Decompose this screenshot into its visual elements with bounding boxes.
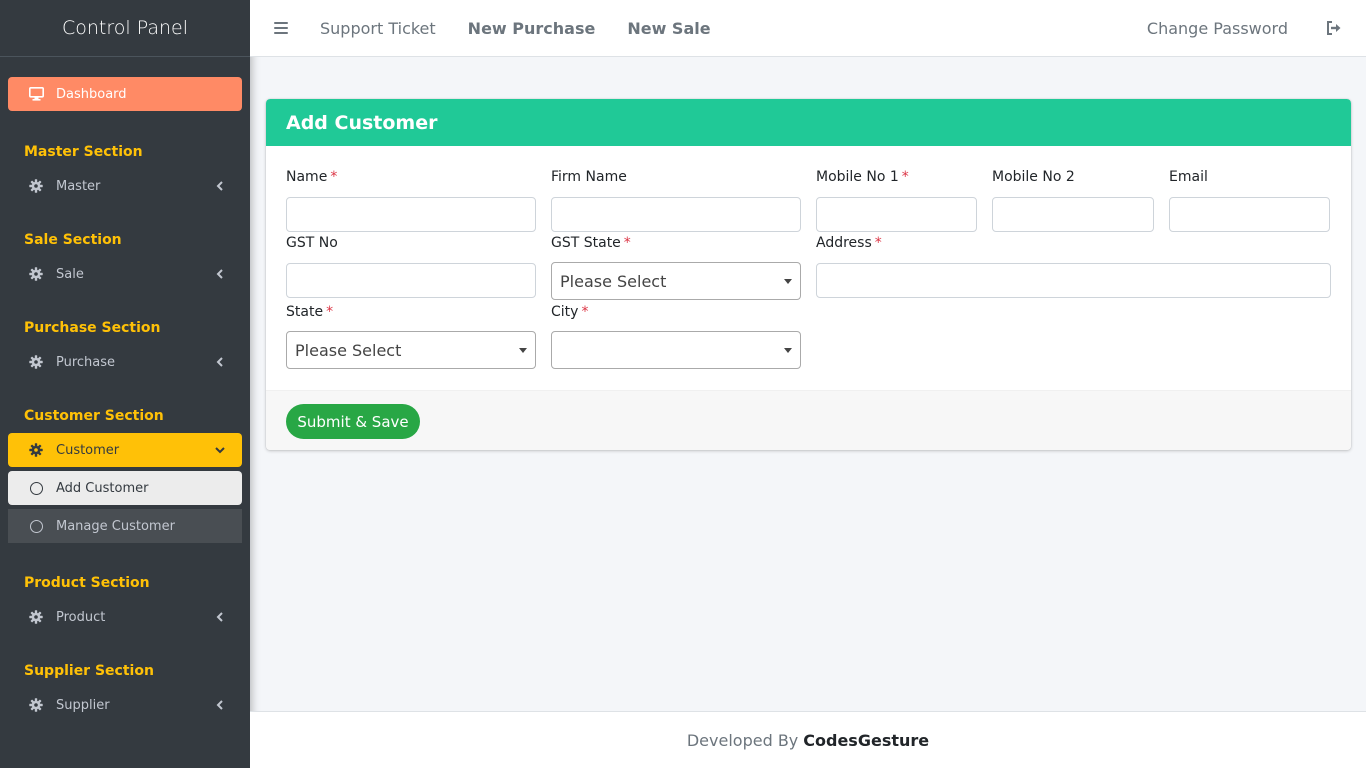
- section-header-purchase: Purchase Section: [24, 320, 161, 336]
- section-header-master: Master Section: [24, 144, 143, 160]
- footer-brand[interactable]: CodesGesture: [803, 731, 929, 750]
- chevron-left-icon: [214, 611, 226, 623]
- dropdown-arrow-icon: [784, 348, 792, 353]
- mobile1-input[interactable]: [816, 197, 977, 232]
- sidebar-item-label: Purchase: [56, 354, 116, 370]
- monitor-icon: [28, 86, 44, 102]
- address-label: Address *: [816, 235, 882, 251]
- card-title: Add Customer: [266, 99, 1351, 146]
- mobile2-label: Mobile No 2: [992, 169, 1075, 185]
- page-footer: Developed By CodesGesture: [250, 711, 1366, 768]
- gear-icon: [28, 609, 44, 625]
- gst-no-input[interactable]: [286, 263, 536, 298]
- nav-link-new-sale[interactable]: New Sale: [627, 19, 710, 38]
- name-input[interactable]: [286, 197, 536, 232]
- sidebar-subitem-manage-customer[interactable]: Manage Customer: [8, 509, 242, 543]
- gst-state-selected-value: Please Select: [560, 271, 667, 291]
- gear-icon: [28, 697, 44, 713]
- footer-prefix: Developed By: [686, 730, 799, 750]
- sidebar-item-label: Sale: [56, 266, 84, 282]
- email-label: Email: [1169, 169, 1208, 185]
- sidebar-subitem-label: Manage Customer: [56, 518, 175, 534]
- sidebar-item-sale[interactable]: Sale: [8, 257, 242, 291]
- section-header-customer: Customer Section: [24, 408, 164, 424]
- sidebar-item-label: Supplier: [56, 697, 110, 713]
- sidebar-nav: Dashboard Master Section Master Sale Sec…: [0, 57, 250, 722]
- sidebar-item-label: Dashboard: [56, 86, 127, 102]
- logout-icon[interactable]: [1326, 20, 1342, 36]
- state-select[interactable]: Please Select: [286, 331, 536, 369]
- chevron-left-icon: [214, 180, 226, 192]
- city-select[interactable]: [551, 331, 801, 369]
- gear-icon: [28, 354, 44, 370]
- sidebar-item-dashboard[interactable]: Dashboard: [8, 77, 242, 111]
- top-navbar: Support Ticket New Purchase New Sale Cha…: [250, 0, 1366, 57]
- mobile1-label: Mobile No 1 *: [816, 169, 909, 185]
- sidebar-item-supplier[interactable]: Supplier: [8, 688, 242, 722]
- gst-state-select[interactable]: Please Select: [551, 262, 801, 300]
- section-header-sale: Sale Section: [24, 232, 122, 248]
- gear-icon: [28, 266, 44, 282]
- firm-name-label: Firm Name: [551, 169, 627, 185]
- gear-icon: [28, 178, 44, 194]
- sidebar-item-label: Product: [56, 609, 106, 625]
- sidebar-item-label: Customer: [56, 442, 120, 458]
- sidebar-subitem-label: Add Customer: [56, 480, 149, 496]
- sidebar: Control Panel Dashboard Master Section M…: [0, 0, 250, 768]
- nav-link-support-ticket[interactable]: Support Ticket: [320, 19, 436, 38]
- state-label: State *: [286, 304, 334, 320]
- email-input[interactable]: [1169, 197, 1330, 232]
- card-footer: Submit & Save: [266, 390, 1351, 450]
- chevron-left-icon: [214, 699, 226, 711]
- state-selected-value: Please Select: [295, 340, 402, 360]
- sidebar-item-product[interactable]: Product: [8, 600, 242, 634]
- circle-icon: [30, 519, 43, 533]
- nav-link-new-purchase[interactable]: New Purchase: [468, 19, 596, 38]
- add-customer-form: Name * Firm Name Mobile No 1 * Mobile No 2…: [266, 146, 1351, 390]
- add-customer-card: Add Customer Name * Firm Name Mobile No 1…: [266, 99, 1351, 450]
- chevron-left-icon: [214, 268, 226, 280]
- section-header-product: Product Section: [24, 575, 150, 591]
- gear-icon: [28, 442, 44, 458]
- chevron-down-icon: [214, 444, 226, 456]
- dropdown-arrow-icon: [519, 348, 527, 353]
- top-right-group: Change Password: [1147, 19, 1366, 38]
- address-input[interactable]: [816, 263, 1331, 298]
- sidebar-item-customer[interactable]: Customer: [8, 433, 242, 467]
- gst-state-label: GST State *: [551, 235, 631, 251]
- firm-name-input[interactable]: [551, 197, 801, 232]
- mobile2-input[interactable]: [992, 197, 1154, 232]
- name-label: Name *: [286, 169, 338, 185]
- chevron-left-icon: [214, 356, 226, 368]
- brand-title[interactable]: Control Panel: [0, 0, 250, 57]
- sidebar-item-label: Master: [56, 178, 101, 194]
- sidebar-item-purchase[interactable]: Purchase: [8, 345, 242, 379]
- hamburger-menu-icon[interactable]: [274, 22, 288, 34]
- circle-icon: [30, 481, 43, 495]
- sidebar-item-master[interactable]: Master: [8, 169, 242, 203]
- gst-no-label: GST No: [286, 235, 338, 251]
- city-label: City *: [551, 304, 589, 320]
- sidebar-subitem-add-customer[interactable]: Add Customer: [8, 471, 242, 505]
- nav-link-change-password[interactable]: Change Password: [1147, 19, 1288, 38]
- submit-save-button[interactable]: Submit & Save: [286, 404, 420, 439]
- section-header-supplier: Supplier Section: [24, 663, 154, 679]
- dropdown-arrow-icon: [784, 279, 792, 284]
